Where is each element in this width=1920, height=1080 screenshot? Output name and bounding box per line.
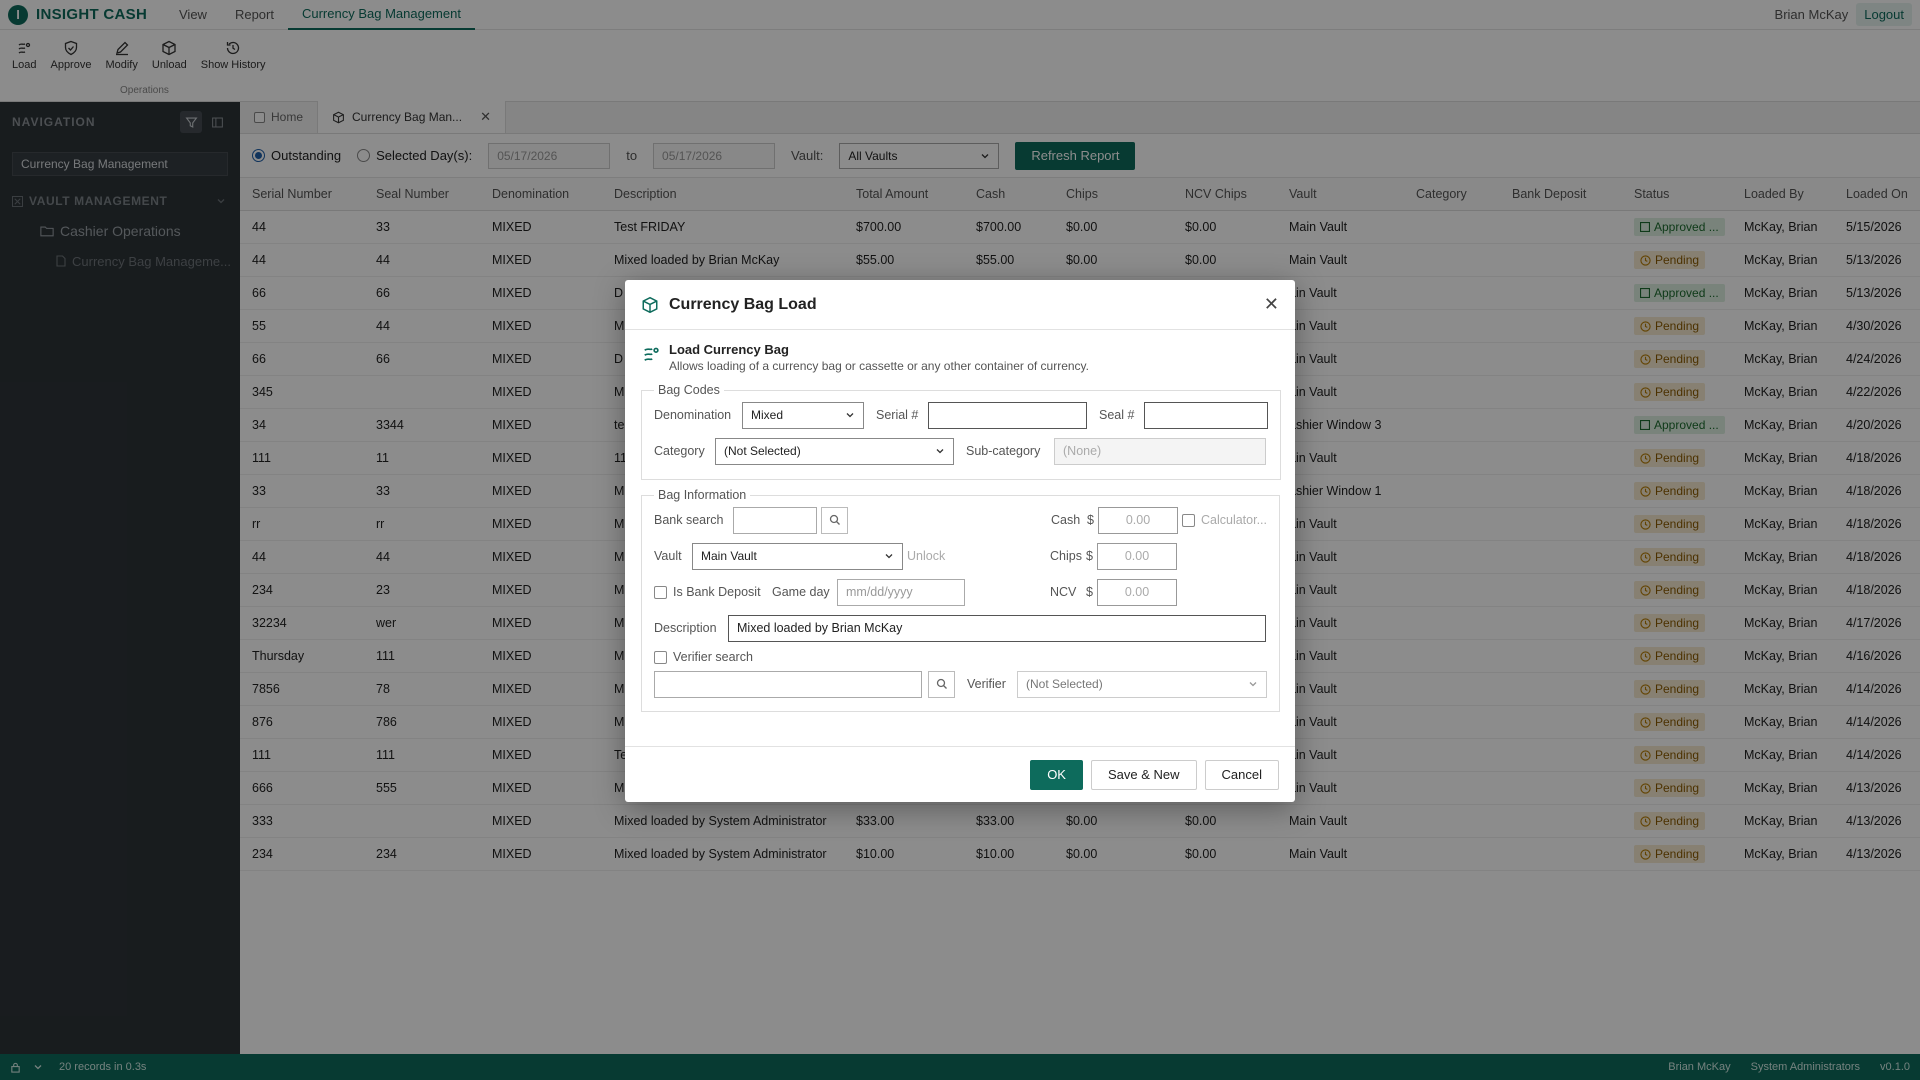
close-dialog-icon[interactable]: ✕ <box>1264 294 1279 315</box>
serial-input[interactable] <box>928 401 1087 429</box>
verifier-label: Verifier <box>967 677 1006 691</box>
chevron-down-icon <box>1249 682 1257 687</box>
intro-title: Load Currency Bag <box>669 342 789 357</box>
bag-codes-legend: Bag Codes <box>658 383 720 397</box>
denomination-label: Denomination <box>654 408 732 422</box>
verifier-search-input[interactable] <box>654 670 922 698</box>
calculator-checkbox[interactable] <box>1181 513 1195 527</box>
dialog-footer: OK Save & New Cancel <box>625 746 1295 802</box>
is-bank-deposit-checkbox[interactable] <box>654 585 667 599</box>
chips-label: Chips <box>1050 549 1082 563</box>
verifier-search-checkbox[interactable] <box>654 650 667 664</box>
category-select[interactable]: (Not Selected) <box>715 437 954 465</box>
chips-input[interactable]: 0.00 <box>1097 542 1177 570</box>
ncv-input[interactable]: 0.00 <box>1097 578 1177 606</box>
calculator-label: Calculator... <box>1200 513 1267 527</box>
serial-label: Serial # <box>876 408 919 422</box>
bank-search-label: Bank search <box>654 513 724 527</box>
is-bank-deposit-label: Is Bank Deposit <box>673 585 761 599</box>
bag-codes-section: Bag Codes Denomination Mixed Serial # Se… <box>641 383 1281 480</box>
denomination-select[interactable]: Mixed <box>742 401 864 429</box>
search-icon <box>829 514 840 525</box>
game-day-input[interactable]: mm/dd/yyyy <box>837 578 965 606</box>
dialog-title: Currency Bag Load <box>669 295 817 313</box>
game-day-label: Game day <box>772 585 830 599</box>
bag-information-legend: Bag Information <box>658 488 747 502</box>
currency-bag-load-dialog: Currency Bag Load ✕ Load Currency Bag Al… <box>625 280 1295 802</box>
ncv-currency: $ <box>1086 585 1093 599</box>
description-label: Description <box>654 621 717 635</box>
vault-select[interactable]: Main Vault <box>692 542 903 570</box>
bag-information-section: Bag Information Bank search Cash $ 0.00 … <box>641 488 1280 712</box>
category-label: Category <box>654 444 705 458</box>
seal-label: Seal # <box>1099 408 1135 422</box>
bank-search-input[interactable] <box>733 506 817 534</box>
subcategory-input[interactable]: (None) <box>1054 437 1266 465</box>
chevron-down-icon <box>936 449 944 454</box>
load-icon <box>644 347 659 361</box>
dialog-intro: Load Currency Bag Allows loading of a cu… <box>625 330 1295 373</box>
dialog-header: Currency Bag Load ✕ <box>625 280 1295 330</box>
subcategory-label: Sub-category <box>966 444 1041 458</box>
denomination-value: Mixed <box>751 408 784 422</box>
ncv-label: NCV <box>1050 585 1077 599</box>
ok-button[interactable]: OK <box>1030 759 1083 790</box>
chevron-down-icon <box>885 554 893 559</box>
verifier-value: (Not Selected) <box>1026 677 1103 691</box>
seal-input[interactable] <box>1144 401 1268 429</box>
verifier-search-label: Verifier search <box>673 650 753 664</box>
unlock-link[interactable]: Unlock <box>907 549 945 563</box>
search-icon <box>936 678 947 689</box>
cash-currency: $ <box>1086 513 1094 527</box>
vault-label: Vault <box>654 549 682 563</box>
bank-search-button[interactable] <box>821 506 848 534</box>
cash-input[interactable]: 0.00 <box>1097 506 1178 534</box>
verifier-search-button[interactable] <box>928 670 955 698</box>
category-value: (Not Selected) <box>724 444 801 458</box>
chips-currency: $ <box>1086 549 1093 563</box>
intro-description: Allows loading of a currency bag or cass… <box>669 359 1089 373</box>
vault-value: Main Vault <box>701 549 757 563</box>
package-icon <box>642 296 658 313</box>
save-and-new-button[interactable]: Save & New <box>1090 759 1197 790</box>
description-input[interactable]: Mixed loaded by Brian McKay <box>728 614 1266 642</box>
verifier-select[interactable]: (Not Selected) <box>1017 670 1267 698</box>
chevron-down-icon <box>846 413 854 418</box>
cash-label: Cash <box>1050 513 1081 527</box>
cancel-button[interactable]: Cancel <box>1204 759 1279 790</box>
